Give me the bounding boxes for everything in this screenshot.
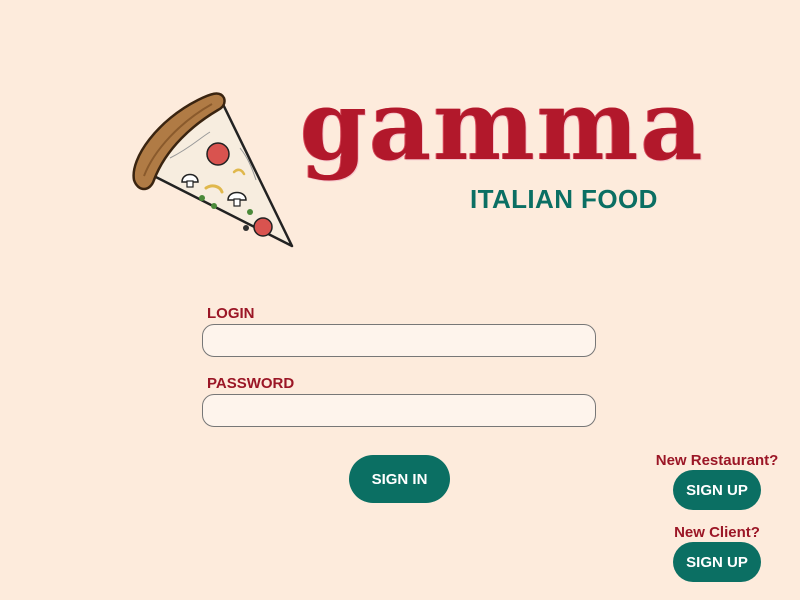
client-sign-up-button[interactable]: SIGN UP [673, 542, 761, 582]
password-field-group: PASSWORD [202, 375, 596, 427]
brand-logo-text: gamma [300, 69, 705, 182]
sign-in-button[interactable]: SIGN IN [349, 455, 450, 503]
client-signup: New Client? SIGN UP [647, 524, 787, 582]
brand-tagline: ITALIAN FOOD [470, 184, 658, 214]
password-input[interactable] [202, 394, 596, 427]
pizza-slice-icon [132, 92, 294, 248]
login-form: LOGIN PASSWORD [202, 305, 596, 427]
login-field-group: LOGIN [202, 305, 596, 357]
login-input[interactable] [202, 324, 596, 357]
password-label: PASSWORD [207, 375, 295, 392]
new-restaurant-label: New Restaurant? [655, 452, 779, 469]
new-client-label: New Client? [674, 524, 760, 541]
restaurant-signup: New Restaurant? SIGN UP [647, 452, 787, 510]
restaurant-sign-up-button[interactable]: SIGN UP [673, 470, 761, 510]
login-label: LOGIN [207, 305, 255, 322]
